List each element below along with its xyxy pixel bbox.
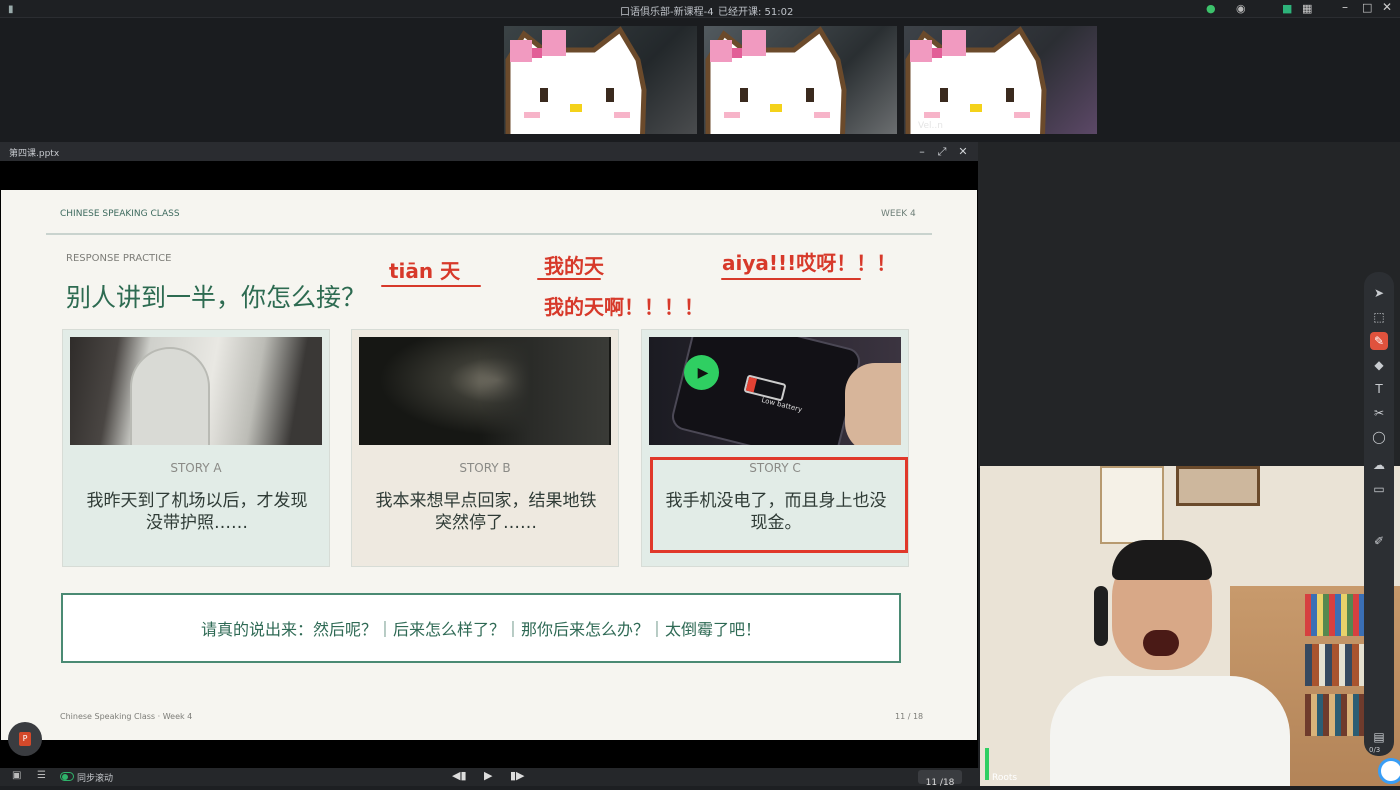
prompt-text: 请真的说出来：然后呢？｜后来怎么样了？｜那你后来怎么办？｜太倒霉了吧！ [200,620,761,639]
close-window-icon[interactable]: ✕ [1382,0,1392,14]
audio-level [985,716,989,780]
drawing-toolbar: ➤ ⬚ ✎ ◆ T ✂ ◯ ☁ ▭ ✐ ▤ 0/3 [1364,272,1394,756]
presentation-window: 第四课.pptx – ⤢ ✕ CHINESE SPEAKING CLASS WE… [0,142,978,768]
story-label: STORY C [749,461,801,475]
meeting-title: 口语俱乐部-新课程-4 [620,7,714,18]
sync-scroll-toggle[interactable] [60,772,74,781]
sidebar-toggle-icon[interactable]: ▣ [12,770,21,781]
text-icon[interactable]: T [1370,380,1388,398]
story-photo-phone: Low battery [649,337,901,445]
wall-art [1176,466,1260,506]
story-text: 我手机没电了，而且身上也没现金。 [665,491,887,533]
slide: CHINESE SPEAKING CLASS WEEK 4 RESPONSE P… [1,190,977,740]
avatar-sticker-icon [505,26,647,134]
story-label: STORY B [459,461,511,475]
annotation-underline [721,278,861,280]
camera-name: Roots [992,773,1018,783]
page-indicator[interactable]: 11 /18 [918,770,962,788]
layout-icon[interactable]: ▦ [1302,2,1312,15]
pages-icon[interactable]: ▤ [1370,728,1388,746]
list-icon[interactable]: ☰ [37,770,46,781]
page-counter: 0/3 [1369,746,1381,754]
calligraphy-scroll [1100,466,1164,544]
prompt-box: 请真的说出来：然后呢？｜后来怎么样了？｜那你后来怎么办？｜太倒霉了吧！ [61,593,901,663]
video-tile-2[interactable] [704,26,897,134]
maximize-window-icon[interactable]: □ [1362,1,1372,14]
next-slide-icon[interactable]: ▮▶ [510,769,525,782]
minimize-icon[interactable]: – [914,144,930,159]
story-label: STORY A [170,461,222,475]
powerpoint-icon: P [19,732,31,746]
presentation-titlebar: 第四课.pptx – ⤢ ✕ [0,142,978,161]
slide-footer-left: Chinese Speaking Class · Week 4 [60,712,193,721]
annotation-underline [537,278,601,280]
page-number: 11 /18 [925,778,955,788]
story-text: 我本来想早点回家，结果地铁突然停了…… [375,491,597,533]
video-strip: Vel..n [0,18,1400,142]
close-icon[interactable]: ✕ [955,144,971,159]
toolbox-icon[interactable]: ▭ [1370,480,1388,498]
ppt-badge[interactable]: P [8,722,42,756]
slide-header-left: CHINESE SPEAKING CLASS [60,209,180,219]
cloud-icon[interactable]: ☁ [1370,456,1388,474]
share-icon[interactable]: ■ [1282,2,1292,15]
area-select-icon[interactable]: ⬚ [1370,308,1388,326]
slide-header-right: WEEK 4 [881,209,916,219]
bottom-toolbar: ▣ ☰ 同步滚动 ◀▮ ▶ ▮▶ 11 /18 [0,768,980,788]
section-label: RESPONSE PRACTICE [66,253,172,264]
file-name: 第四课.pptx [9,149,60,159]
play-button[interactable]: ▶ [684,355,719,390]
fullscreen-icon[interactable]: ⤢ [934,144,950,159]
story-photo-airport [70,337,322,445]
assistant-bubble[interactable] [1378,758,1400,784]
minimize-window-icon[interactable]: – [1342,0,1348,14]
annotation-aiya: aiya!!!哎呀！！！ [722,251,897,275]
story-card-b: STORY B 我本来想早点回家，结果地铁突然停了…… [351,329,619,567]
shape-icon[interactable]: ◯ [1370,428,1388,446]
story-card-c: Low battery ▶ STORY C 我手机没电了，而且身上也没现金。 [641,329,909,567]
teacher-camera: Roots [980,466,1400,786]
mic-icon[interactable]: ● [1206,2,1216,15]
annotation-wodetiana: 我的天啊！！！！ [544,295,704,319]
annotation-wodetian: 我的天 [544,254,604,278]
play-icon: ▶ [697,364,709,381]
top-bar: ▮ 口语俱乐部-新课程-4 已经开课: 51:02 ● ◉ ■ ▦ – □ ✕ [0,0,1400,18]
teacher [1050,540,1290,786]
pen-icon[interactable]: ✎ [1370,332,1388,350]
slide-question: 别人讲到一半，你怎么接？ [66,283,367,312]
edit-icon[interactable]: ✐ [1370,532,1388,550]
elapsed-time: 已经开课: 51:02 [718,7,794,18]
participant-name: Vel..n [918,121,943,131]
annotation-tian: tiān 天 [389,259,461,283]
annotation-underline [381,285,481,287]
eraser-icon[interactable]: ◆ [1370,356,1388,374]
sync-scroll-label: 同步滚动 [77,774,114,784]
previous-slide-icon[interactable]: ◀▮ [452,769,467,782]
speaker-icon[interactable]: ◉ [1236,2,1246,15]
whiteboard-area [978,142,1400,468]
avatar-sticker-icon [905,26,1047,134]
select-icon[interactable]: ➤ [1370,284,1388,302]
scissors-icon[interactable]: ✂ [1370,404,1388,422]
slide-footer-right: 11 / 18 [895,712,924,721]
story-photo-subway [359,337,611,445]
header-divider [46,233,932,235]
story-card-a: STORY A 我昨天到了机场以后，才发现没带护照…… [62,329,330,567]
play-slides-icon[interactable]: ▶ [484,769,492,782]
avatar-sticker-icon [705,26,847,134]
video-tile-3[interactable]: Vel..n [904,26,1097,134]
signal-icon: ▮ [8,4,14,15]
video-tile-1[interactable] [504,26,697,134]
story-text: 我昨天到了机场以后，才发现没带护照…… [86,491,308,533]
